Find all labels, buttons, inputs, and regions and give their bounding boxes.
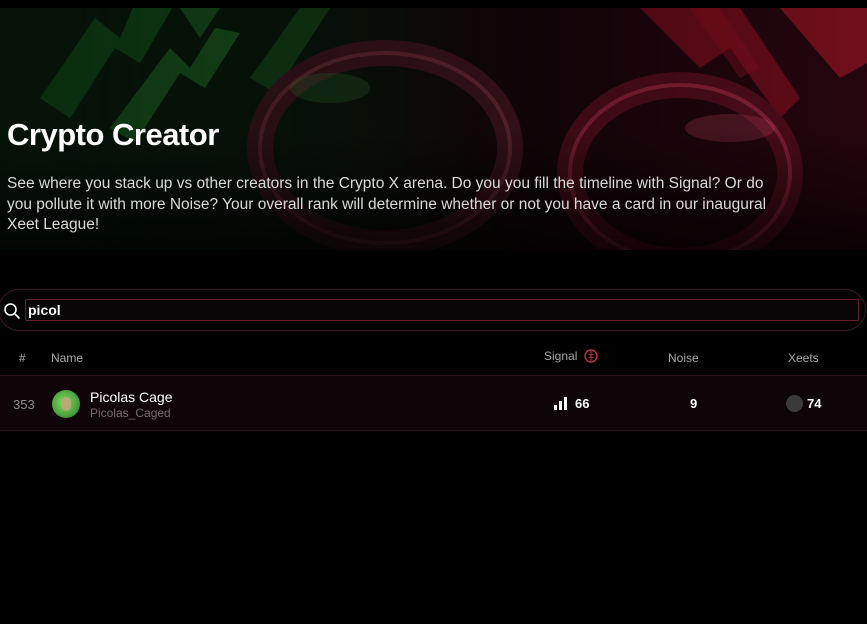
page-description: See where you stack up vs other creators… <box>7 175 767 233</box>
row-name[interactable]: Picolas Cage <box>90 389 173 405</box>
brain-icon <box>584 349 598 363</box>
avatar <box>52 390 80 418</box>
search-bar[interactable] <box>0 289 866 331</box>
table-header: # Name Signal Noise Xeets <box>0 341 867 375</box>
page-title: Crypto Creator <box>7 117 219 152</box>
column-header-rank: # <box>19 351 26 365</box>
column-header-noise[interactable]: Noise <box>668 351 699 365</box>
column-header-xeets[interactable]: Xeets <box>788 351 819 365</box>
column-header-name[interactable]: Name <box>51 351 83 365</box>
row-handle: Picolas_Caged <box>90 406 171 420</box>
row-noise: 9 <box>690 396 698 411</box>
table-row[interactable]: 353 Picolas Cage Picolas_Caged 66 9 74 <box>0 375 867 431</box>
row-rank: 353 <box>13 397 35 412</box>
row-signal: 66 <box>575 396 590 411</box>
search-icon <box>4 303 20 319</box>
row-xeets: 74 <box>807 396 822 411</box>
search-input[interactable] <box>25 299 859 321</box>
signal-bars-icon <box>554 397 567 410</box>
xeets-icon <box>786 395 803 412</box>
column-header-signal[interactable]: Signal <box>544 349 577 363</box>
